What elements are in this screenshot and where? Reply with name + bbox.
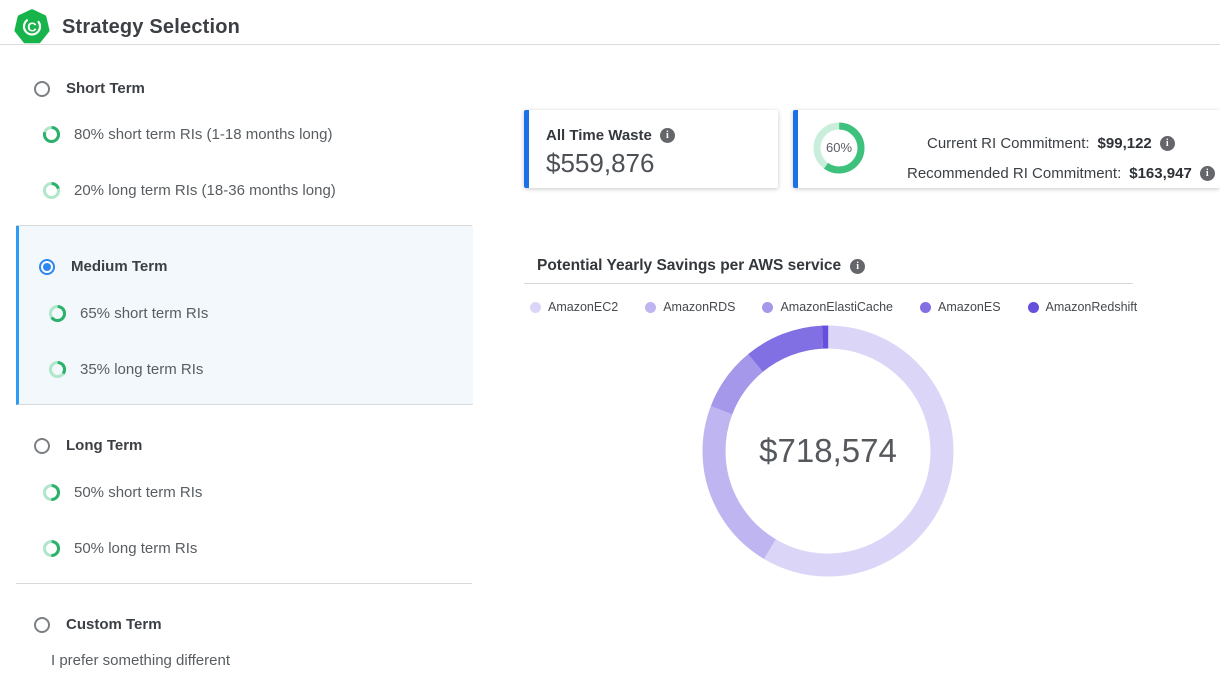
donut-total-value: $718,574 [698, 431, 958, 471]
legend-dot [1028, 302, 1039, 313]
legend-dot [762, 302, 773, 313]
chart-legend: AmazonEC2 AmazonRDS AmazonElastiCache Amazo… [530, 300, 1137, 314]
chart-header: Potential Yearly Savings per AWS service… [537, 257, 865, 275]
option-label: Short Term [66, 80, 145, 97]
logo-icon: C [14, 9, 50, 45]
recommended-commitment-row: Recommended RI Commitment: $163,947 i [907, 165, 1215, 182]
legend-item[interactable]: AmazonRedshift [1028, 300, 1138, 314]
recommended-commitment-value: $163,947 [1129, 165, 1192, 182]
chart-title: Potential Yearly Savings per AWS service [537, 257, 841, 275]
strategy-option-custom-term[interactable]: Custom Term [34, 616, 162, 633]
allocation-label: 35% long term RIs [80, 361, 203, 378]
strategy-option-long-term[interactable]: Long Term [34, 437, 142, 454]
legend-item[interactable]: AmazonES [920, 300, 1001, 314]
allocation-row: 20% long term RIs (18-36 months long) [42, 181, 336, 200]
option-label: Long Term [66, 437, 142, 454]
custom-term-description: I prefer something different [51, 652, 230, 669]
allocation-row: 65% short term RIs [48, 304, 208, 323]
strategy-option-medium-term[interactable]: Medium Term 65% short term RIs 35% long … [16, 226, 473, 405]
page-title: Strategy Selection [62, 16, 240, 39]
info-icon[interactable]: i [1200, 166, 1215, 181]
current-commitment-label: Current RI Commitment: [927, 135, 1090, 152]
ri-commitment-card: 60% Current RI Commitment: $99,122 i Rec… [793, 110, 1220, 188]
legend-item[interactable]: AmazonRDS [645, 300, 735, 314]
option-label: Medium Term [71, 258, 167, 275]
all-time-waste-card: All Time Waste i $559,876 [524, 110, 778, 188]
legend-label: AmazonEC2 [548, 300, 618, 314]
legend-dot [530, 302, 541, 313]
legend-dot [920, 302, 931, 313]
allocation-ring-icon [48, 360, 67, 379]
recommended-commitment-label: Recommended RI Commitment: [907, 165, 1121, 182]
current-commitment-row: Current RI Commitment: $99,122 i [927, 135, 1175, 152]
legend-label: AmazonRDS [663, 300, 735, 314]
header-divider [0, 44, 1220, 45]
allocation-row: 35% long term RIs [48, 360, 203, 379]
allocation-label: 50% short term RIs [74, 484, 202, 501]
legend-dot [645, 302, 656, 313]
allocation-ring-icon [42, 539, 61, 558]
allocation-row: 50% short term RIs [42, 483, 202, 502]
legend-label: AmazonES [938, 300, 1001, 314]
allocation-row: 80% short term RIs (1-18 months long) [42, 125, 332, 144]
current-commitment-value: $99,122 [1098, 135, 1152, 152]
legend-item[interactable]: AmazonEC2 [530, 300, 618, 314]
legend-label: AmazonRedshift [1046, 300, 1138, 314]
strategy-option-short-term[interactable]: Short Term [34, 80, 145, 97]
option-label: Custom Term [66, 616, 162, 633]
allocation-ring-icon [42, 125, 61, 144]
info-icon[interactable]: i [660, 128, 675, 143]
legend-label: AmazonElastiCache [780, 300, 893, 314]
allocation-ring-icon [42, 181, 61, 200]
radio-short-term[interactable] [34, 81, 50, 97]
allocation-label: 65% short term RIs [80, 305, 208, 322]
gauge-percentage: 60% [813, 122, 865, 174]
radio-medium-term[interactable] [39, 259, 55, 275]
legend-item[interactable]: AmazonElastiCache [762, 300, 893, 314]
svg-text:C: C [27, 20, 37, 35]
radio-custom-term[interactable] [34, 617, 50, 633]
cloudcheckr-logo: C [14, 9, 50, 45]
waste-value: $559,876 [546, 148, 654, 179]
waste-label: All Time Waste [546, 127, 652, 144]
radio-long-term[interactable] [34, 438, 50, 454]
allocation-label: 20% long term RIs (18-36 months long) [74, 182, 336, 199]
allocation-ring-icon [48, 304, 67, 323]
allocation-row: 50% long term RIs [42, 539, 197, 558]
option-head[interactable]: Medium Term [39, 258, 167, 275]
divider [16, 583, 472, 584]
allocation-label: 80% short term RIs (1-18 months long) [74, 126, 332, 143]
divider [524, 283, 1133, 284]
allocation-ring-icon [42, 483, 61, 502]
info-icon[interactable]: i [850, 259, 865, 274]
allocation-label: 50% long term RIs [74, 540, 197, 557]
info-icon[interactable]: i [1160, 136, 1175, 151]
